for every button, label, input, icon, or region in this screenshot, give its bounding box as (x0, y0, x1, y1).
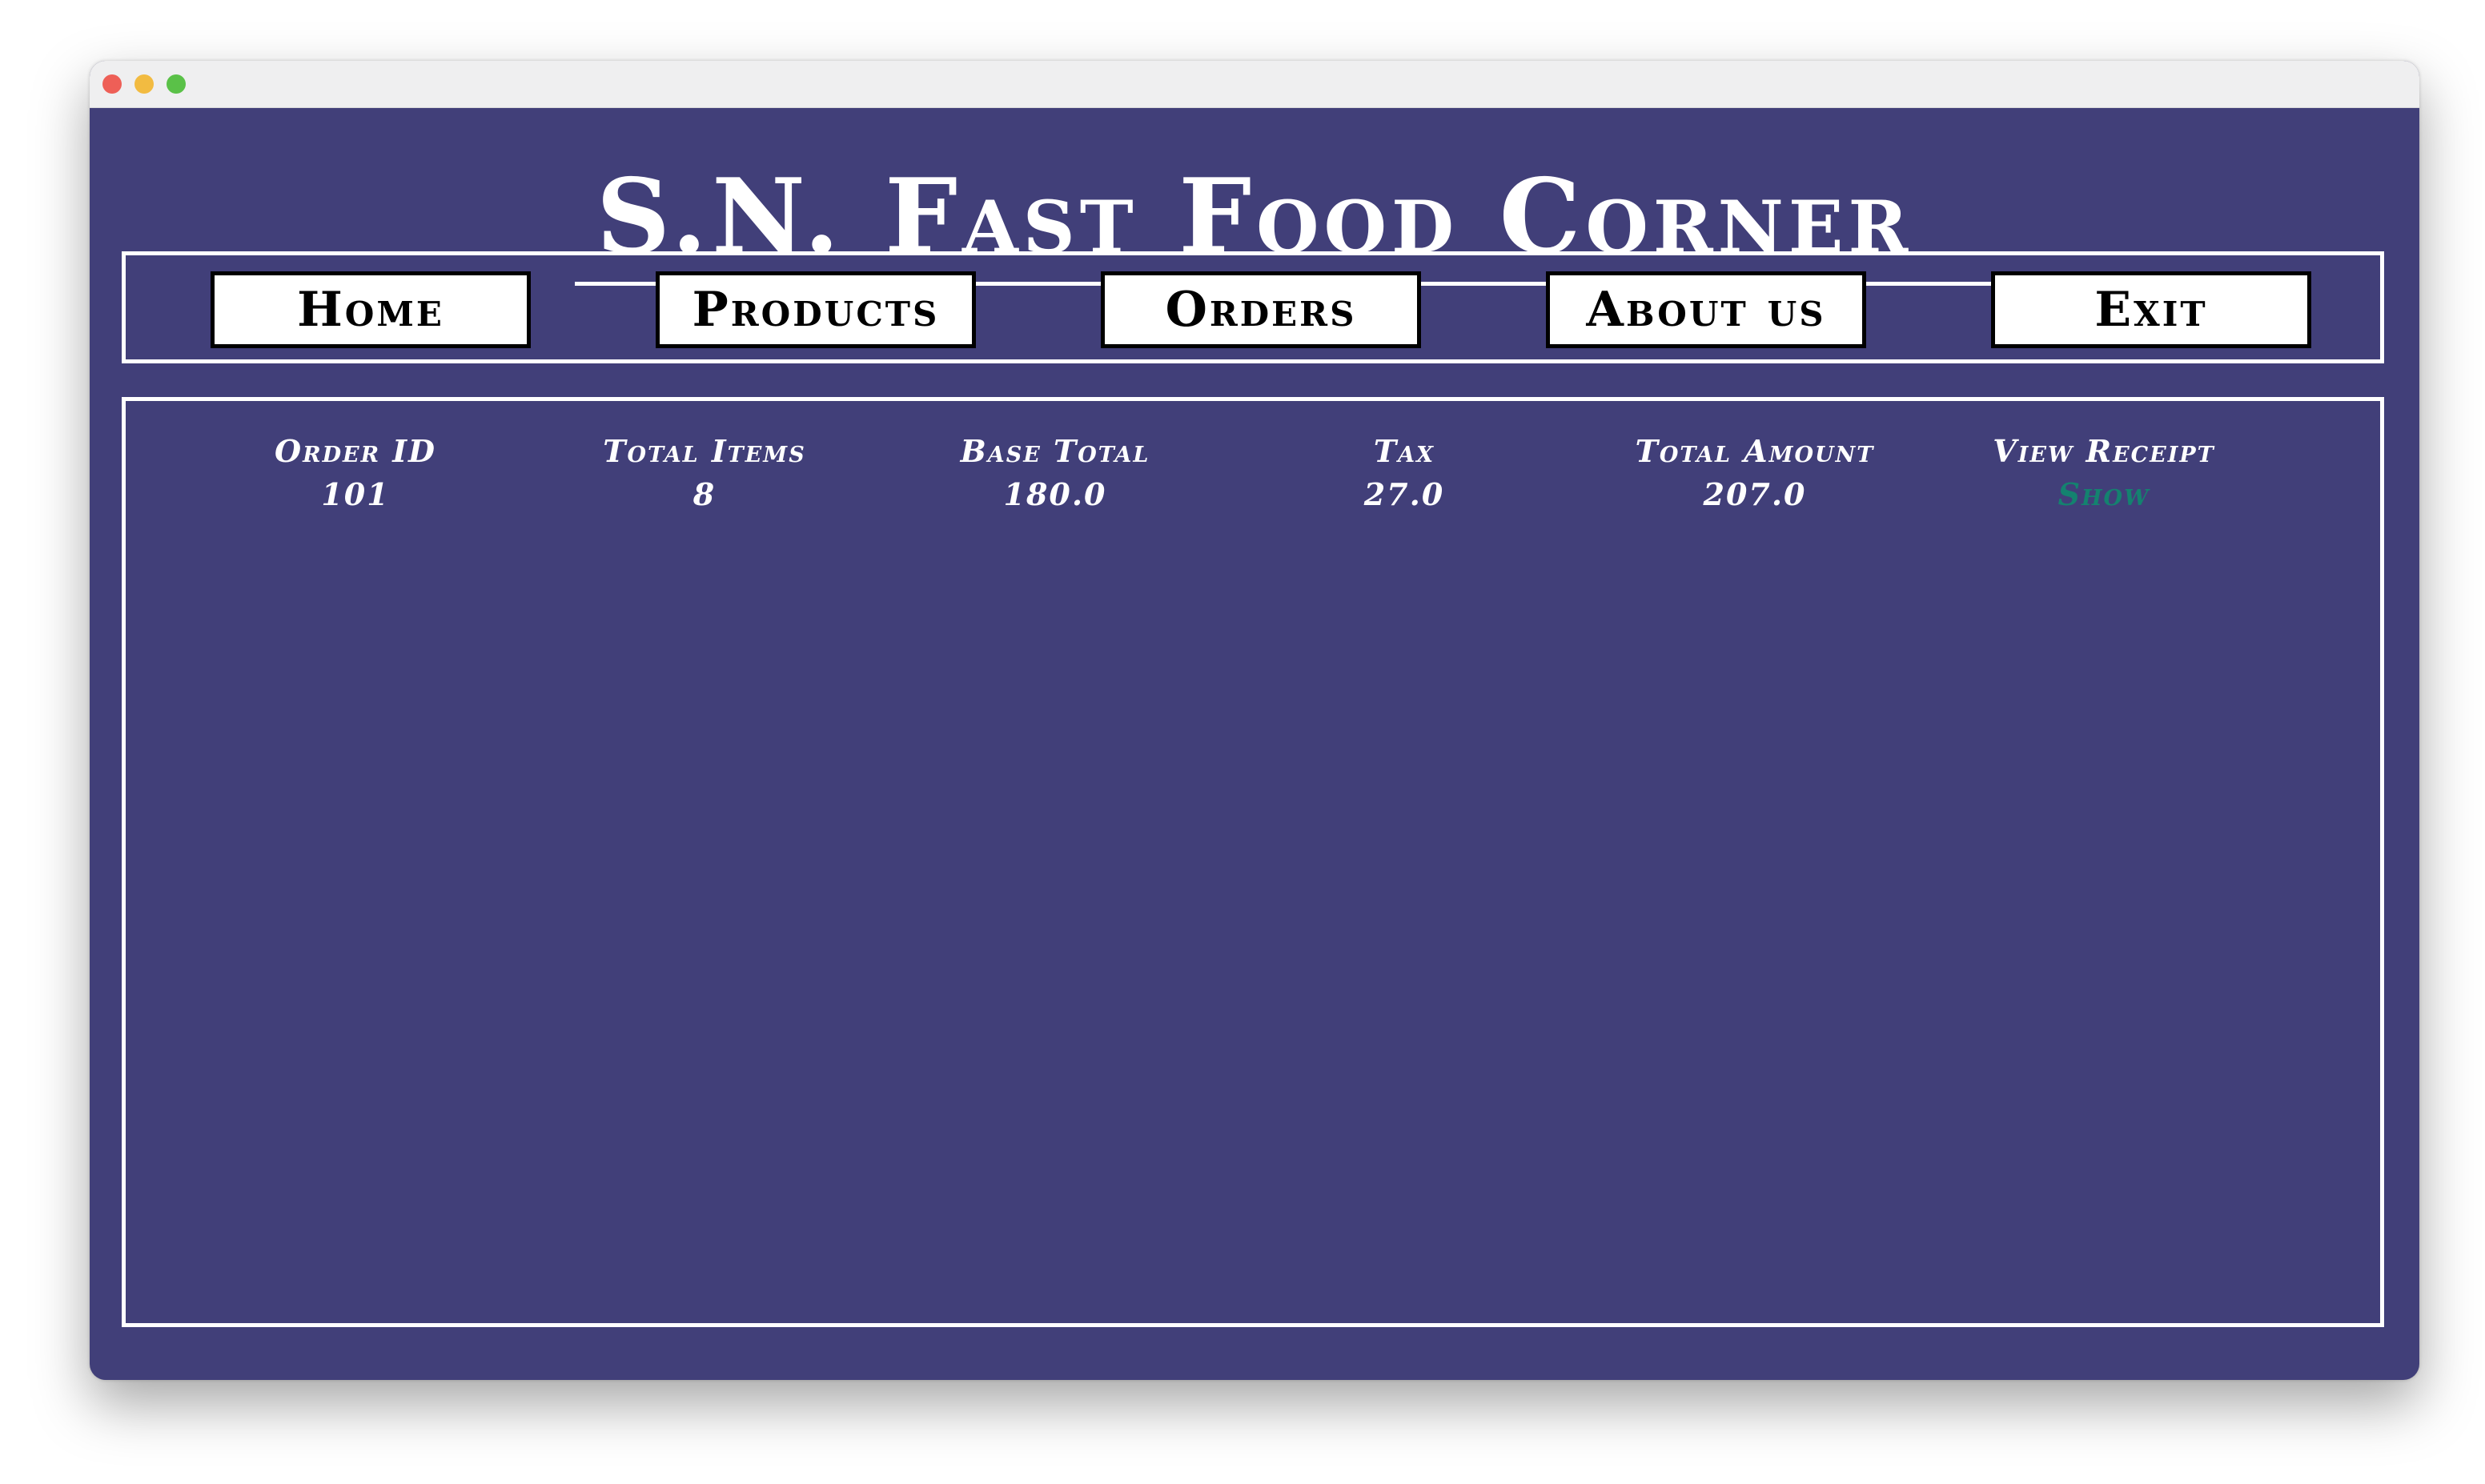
order-id-cell: 101 (321, 476, 390, 512)
home-button[interactable]: Home (211, 271, 531, 348)
maximize-window-button[interactable] (167, 74, 186, 94)
column-header-order-id: Order ID (275, 433, 436, 469)
column-header-total-items: Total Items (603, 433, 806, 469)
window-titlebar (90, 61, 2419, 108)
show-receipt-link[interactable]: Show (2058, 476, 2150, 512)
column-header-base-total: Base Total (960, 433, 1150, 469)
orders-panel: Order ID Total Items Base Total Tax Tota… (122, 397, 2384, 1327)
tax-cell: 27.0 (1363, 476, 1445, 512)
products-button[interactable]: Products (656, 271, 976, 348)
close-window-button[interactable] (102, 74, 122, 94)
view-receipt-cell: Show (1936, 475, 2272, 515)
orders-button[interactable]: Orders (1101, 271, 1421, 348)
total-items-cell: 8 (693, 476, 717, 512)
base-total-cell: 180.0 (1003, 476, 1107, 512)
column-header-total-amount: Total Amount (1635, 433, 1875, 469)
total-amount-cell: 207.0 (1703, 476, 1807, 512)
column-header-view-receipt: View Receipt (1993, 433, 2215, 469)
app-window: S.N. Fast Food Corner Home Products Orde… (90, 61, 2419, 1380)
nav-bar: Home Products Orders About us Exit (122, 251, 2384, 363)
column-header-tax: Tax (1373, 433, 1435, 469)
minimize-window-button[interactable] (134, 74, 154, 94)
about-us-button[interactable]: About us (1546, 271, 1866, 348)
exit-button[interactable]: Exit (1991, 271, 2311, 348)
